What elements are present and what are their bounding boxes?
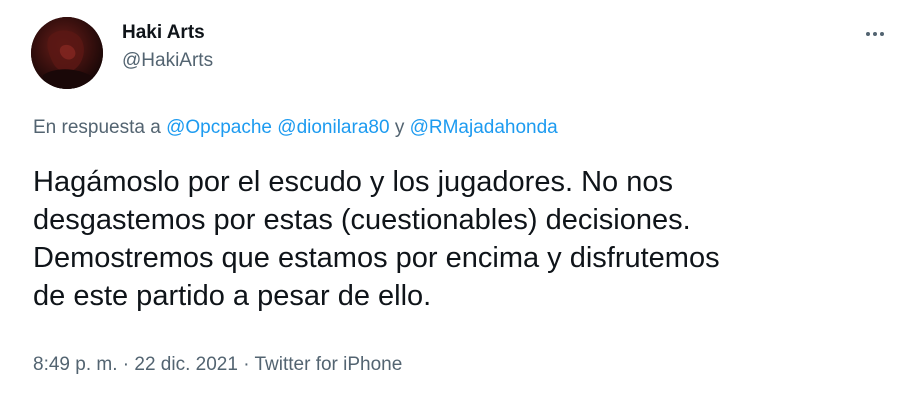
display-name[interactable]: Haki Arts [122,22,213,44]
meta-separator: · [243,354,250,375]
tweet-time: 8:49 p. m. [33,354,118,375]
tweet-text-line: de este partido a pesar de ello. [33,280,432,312]
user-handle[interactable]: @HakiArts [122,50,213,72]
more-horizontal-icon-dot [880,32,884,36]
mention-link[interactable]: @RMajadahonda [410,117,558,138]
reply-context: En respuesta a @Opcpache @dionilara80 y … [33,117,558,139]
tweet-source-link[interactable]: Twitter for iPhone [254,354,402,375]
avatar-image [31,17,103,89]
tweet-text-line: Demostremos que estamos por encima y dis… [33,242,720,274]
tweet-text-line: desgastemos por estas (cuestionables) de… [33,204,691,236]
meta-separator: · [122,354,130,375]
reply-conjunction: y [394,117,405,138]
tweet-meta: 8:49 p. m. · 22 dic. 2021 · Twitter for … [33,354,402,376]
tweet-time-link[interactable]: 8:49 p. m. · 22 dic. 2021 [33,354,238,375]
reply-prefix: En respuesta a [33,117,161,138]
tweet-text-line: Hagámoslo por el escudo y los jugadores.… [33,166,673,198]
tweet-text: Hagámoslo por el escudo y los jugadores.… [33,163,883,315]
avatar[interactable] [31,17,103,89]
more-horizontal-icon [866,32,870,36]
more-options-button[interactable] [862,24,888,44]
tweet-date: 22 dic. 2021 [134,354,238,375]
mention-link[interactable]: @Opcpache [166,117,272,138]
tweet: Haki Arts @HakiArts En respuesta a @Opcp… [0,0,918,400]
author-block: Haki Arts @HakiArts [122,22,213,72]
mention-link[interactable]: @dionilara80 [277,117,389,138]
more-horizontal-icon-dot [873,32,877,36]
